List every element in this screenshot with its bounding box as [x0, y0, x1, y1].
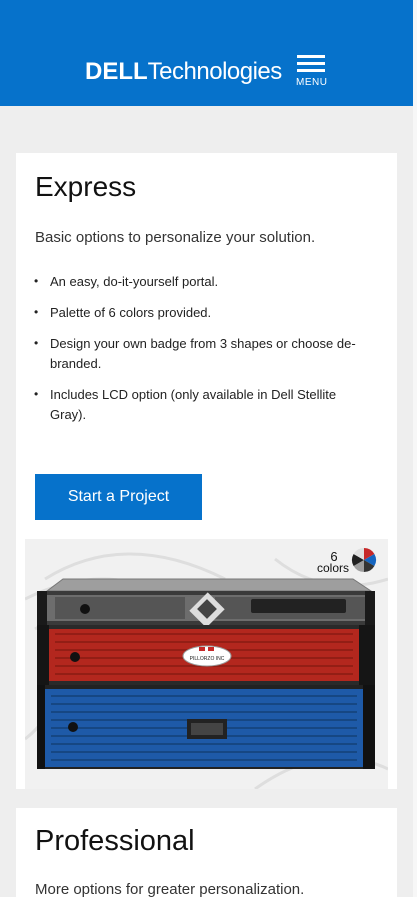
logo-technologies-text: Technologies [147, 58, 283, 85]
server-rack-image: 6 colors PILLORZO INC [25, 539, 388, 789]
site-header: DELLTechnologies MENU [0, 0, 413, 106]
list-item: Palette of 6 colors provided. [33, 302, 373, 323]
red-server: PILLORZO INC [37, 625, 375, 685]
page-scrollbar-track [413, 0, 417, 897]
color-wheel-icon [351, 548, 377, 572]
professional-intro: More options for greater personalization… [35, 881, 305, 897]
list-item: Includes LCD option (only available in D… [33, 384, 373, 425]
menu-button[interactable]: MENU [296, 55, 328, 91]
start-a-project-button[interactable]: Start a Project [35, 474, 202, 520]
dell-technologies-logo[interactable]: DELLTechnologies [85, 58, 282, 86]
express-card: Express Basic options to personalize you… [16, 153, 397, 789]
menu-label: MENU [296, 77, 328, 88]
express-intro: Basic options to personalize your soluti… [35, 229, 316, 246]
express-feature-list: An easy, do-it-yourself portal. Palette … [33, 271, 373, 436]
gray-server [37, 591, 375, 628]
list-item: An easy, do-it-yourself portal. [33, 271, 373, 292]
express-title: Express [35, 171, 137, 202]
professional-title: Professional [35, 825, 195, 857]
colors-word-label: colors [317, 561, 349, 575]
professional-card: Professional More options for greater pe… [16, 808, 397, 897]
server-badge-text: PILLORZO INC [190, 656, 225, 662]
blue-server [37, 685, 375, 769]
logo-dell-text: DELL [85, 58, 148, 85]
list-item: Design your own badge from 3 shapes or c… [33, 333, 373, 374]
